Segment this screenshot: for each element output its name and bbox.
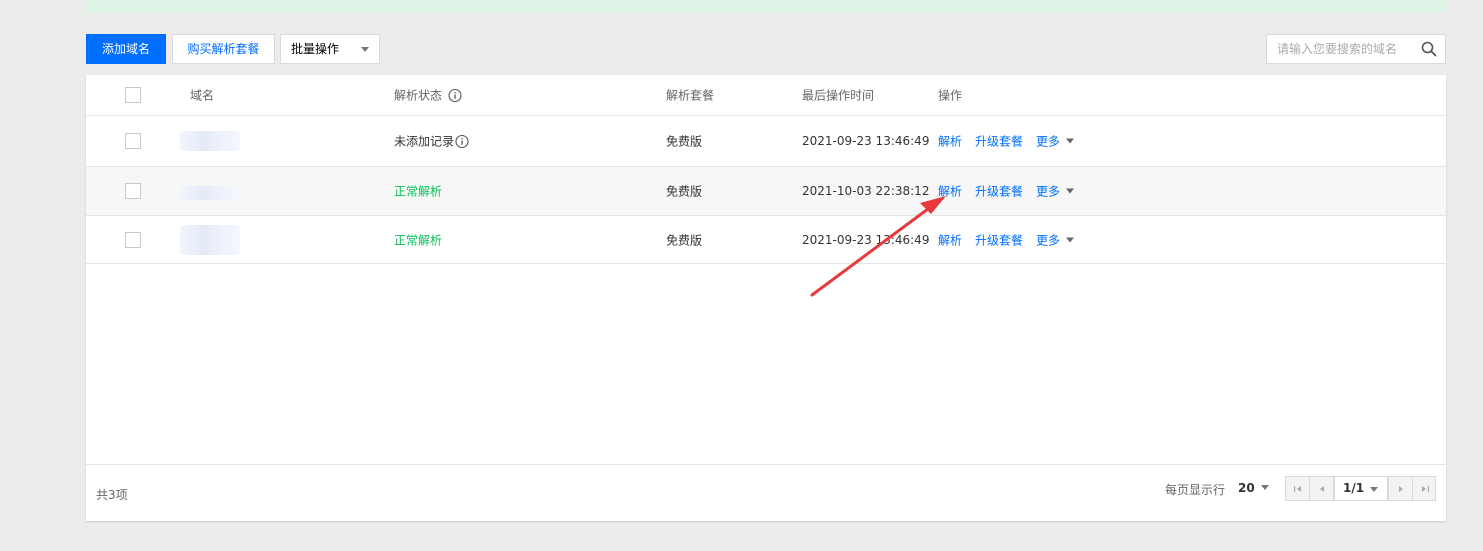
domain-table-card: 域名 解析状态 解析套餐 最后操作时间 操作 未添加记录 免费版 2021-09… (86, 75, 1446, 521)
resolve-link[interactable]: 解析 (938, 233, 962, 247)
more-dropdown[interactable]: 更多 (1036, 184, 1075, 199)
blurred-domain (180, 186, 240, 200)
first-page-icon (1294, 486, 1301, 492)
header-domain: 域名 (190, 88, 215, 103)
more-label: 更多 (1036, 233, 1061, 247)
status-cell: 未添加记录 (394, 133, 469, 150)
row-checkbox-cell (125, 133, 141, 149)
more-dropdown[interactable]: 更多 (1036, 233, 1075, 247)
per-page-value: 20 (1238, 481, 1255, 495)
domain-search-box (1266, 34, 1446, 64)
header-status: 解析状态 (394, 87, 462, 104)
status-text: 正常解析 (394, 184, 443, 199)
next-page-icon (1399, 486, 1403, 492)
ops-cell: 解析 升级套餐 更多 (938, 231, 1087, 248)
search-icon[interactable] (1421, 41, 1437, 57)
domain-name-blurred[interactable] (180, 131, 240, 151)
ops-cell: 解析 升级套餐 更多 (938, 133, 1087, 150)
package-cell: 免费版 (666, 134, 703, 149)
prev-page-icon (1320, 486, 1324, 492)
top-notice-banner (86, 0, 1446, 13)
package-cell: 免费版 (666, 233, 703, 247)
per-page-select[interactable]: 20 (1238, 481, 1269, 495)
time-cell: 2021-09-23 13:46:49 (802, 232, 930, 247)
table-footer: 共3项 每页显示行 20 1/1 (86, 464, 1446, 521)
info-icon[interactable] (448, 88, 462, 103)
next-page-button[interactable] (1388, 477, 1412, 500)
batch-operation-select[interactable]: 批量操作 (280, 34, 380, 64)
table-row: 未添加记录 免费版 2021-09-23 13:46:49 解析 升级套餐 更多 (86, 116, 1446, 167)
last-page-icon (1422, 486, 1429, 492)
table-row: 正常解析 免费版 2021-09-23 13:46:49 解析 升级套餐 更多 (86, 216, 1446, 264)
table-header: 域名 解析状态 解析套餐 最后操作时间 操作 (86, 75, 1446, 116)
last-page-button[interactable] (1412, 477, 1436, 500)
row-checkbox-cell (125, 183, 141, 199)
more-label: 更多 (1036, 184, 1061, 199)
batch-operation-value: 批量操作 (291, 42, 340, 56)
upgrade-link[interactable]: 升级套餐 (975, 135, 1023, 149)
domain-name-blurred[interactable] (180, 186, 240, 200)
row-checkbox[interactable] (125, 231, 141, 248)
row-checkbox-cell (125, 231, 141, 248)
page-current: 1/1 (1343, 481, 1365, 495)
upgrade-link[interactable]: 升级套餐 (975, 185, 1023, 199)
time-cell: 2021-09-23 13:46:49 (802, 134, 930, 148)
ops-cell: 解析 升级套餐 更多 (938, 183, 1087, 200)
page-select[interactable]: 1/1 (1334, 476, 1388, 501)
resolve-link[interactable]: 解析 (938, 185, 962, 199)
package-cell: 免费版 (666, 184, 703, 199)
header-last-time: 最后操作时间 (802, 88, 875, 103)
chevron-down-icon (1066, 188, 1075, 194)
status-text: 未添加记录 (394, 134, 455, 149)
status-text: 正常解析 (394, 233, 443, 247)
chevron-down-icon (1066, 237, 1075, 242)
toolbar: 添加域名 购买解析套餐 批量操作 (86, 34, 1446, 64)
time-cell: 2021-10-03 22:38:12 (802, 184, 930, 198)
header-status-label: 解析状态 (394, 88, 443, 103)
select-all-checkbox[interactable] (125, 87, 141, 103)
row-checkbox[interactable] (125, 183, 141, 199)
header-ops: 操作 (938, 88, 963, 103)
chevron-down-icon (1066, 138, 1075, 144)
pagination: 1/1 (1285, 476, 1436, 501)
chevron-down-icon (1370, 487, 1378, 492)
domain-name-blurred[interactable] (180, 224, 240, 255)
row-checkbox[interactable] (125, 133, 141, 149)
more-dropdown[interactable]: 更多 (1036, 134, 1075, 149)
header-checkbox-cell (125, 87, 141, 103)
blurred-domain (180, 131, 240, 151)
buy-package-button[interactable]: 购买解析套餐 (172, 34, 275, 64)
info-icon[interactable] (455, 134, 469, 149)
header-package: 解析套餐 (666, 88, 715, 103)
prev-page-button[interactable] (1310, 477, 1334, 500)
first-page-button[interactable] (1286, 477, 1310, 500)
total-count: 共3项 (96, 488, 128, 502)
chevron-down-icon (361, 47, 369, 52)
upgrade-link[interactable]: 升级套餐 (975, 233, 1023, 247)
domain-list-page: 添加域名 购买解析套餐 批量操作 域名 解析状态 解析套餐 最后操作时间 操作 (0, 0, 1483, 551)
table-row: 正常解析 免费版 2021-10-03 22:38:12 解析 升级套餐 更多 (86, 167, 1446, 216)
more-label: 更多 (1036, 134, 1061, 149)
add-domain-button[interactable]: 添加域名 (86, 34, 166, 64)
blurred-domain (180, 224, 240, 255)
domain-search-input[interactable] (1267, 35, 1415, 63)
per-page-label: 每页显示行 (1165, 483, 1226, 497)
resolve-link[interactable]: 解析 (938, 135, 962, 149)
chevron-down-icon (1260, 485, 1269, 490)
